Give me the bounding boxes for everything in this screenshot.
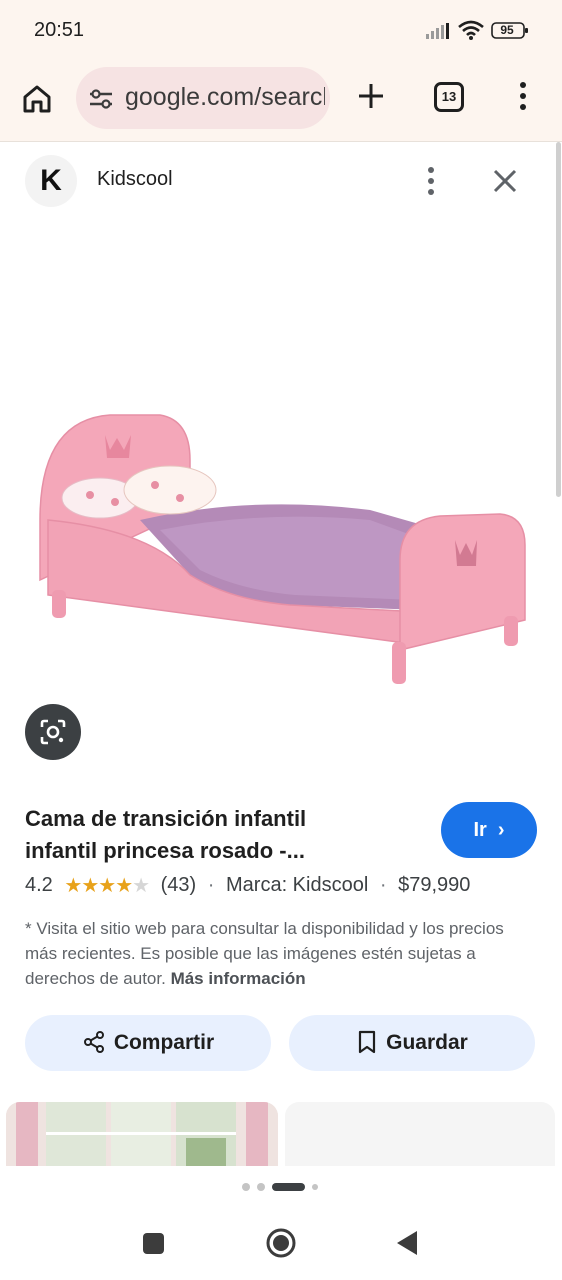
star-filled-icon: ★ — [115, 875, 133, 897]
price: $79,990 — [398, 874, 471, 896]
star-filled-icon: ★ — [81, 875, 99, 897]
plus-icon[interactable] — [354, 79, 388, 113]
product-image[interactable] — [30, 380, 540, 700]
product-title-line1[interactable]: Cama de transición infantil — [25, 803, 425, 835]
recents-icon[interactable] — [143, 1233, 164, 1254]
related-image-graphic — [6, 1102, 278, 1166]
signal-icon — [426, 23, 449, 39]
disclaimer: * Visita el sitio web para consultar la … — [25, 916, 525, 991]
home-icon[interactable] — [20, 82, 54, 116]
save-button[interactable]: Guardar — [289, 1015, 535, 1071]
star-filled-icon: ★ — [64, 875, 82, 897]
address-bar[interactable]: google.com/search — [76, 67, 330, 129]
related-image[interactable] — [6, 1102, 278, 1166]
separator: · — [207, 874, 215, 896]
star-filled-icon: ★ — [98, 875, 116, 897]
separator: · — [379, 874, 387, 896]
battery-level: 95 — [500, 23, 514, 37]
home-nav-icon[interactable] — [266, 1228, 296, 1258]
lens-button[interactable] — [25, 704, 81, 760]
more-info-link[interactable]: Más información — [171, 969, 306, 988]
share-icon — [83, 1031, 104, 1053]
rating-value: 4.2 — [25, 874, 53, 896]
rating-stars: ★★★★★ — [64, 873, 150, 898]
chevron-right-icon: › — [492, 819, 505, 841]
close-icon[interactable] — [490, 166, 520, 196]
tune-icon[interactable] — [88, 87, 114, 111]
browser-toolbar: google.com/search 13 — [0, 62, 562, 142]
status-time: 20:51 — [34, 19, 85, 41]
wifi-icon — [458, 20, 484, 40]
status-bar: 20:51 95 — [0, 0, 562, 62]
rating-row: 4.2 ★★★★★ (43) · Marca: Kidscool · $79,9… — [25, 873, 545, 901]
share-label: Compartir — [113, 1031, 215, 1054]
source-name[interactable]: Kidscool — [97, 168, 173, 191]
scrollbar[interactable] — [556, 142, 561, 497]
product-title-line2[interactable]: infantil princesa rosado -... — [25, 835, 425, 867]
system-nav-bar — [0, 1200, 562, 1280]
tabs-icon[interactable]: 13 — [434, 82, 464, 112]
go-button[interactable]: Ir › — [441, 802, 537, 858]
bookmark-icon — [359, 1030, 376, 1054]
more-vert-icon[interactable] — [416, 164, 446, 198]
save-label: Guardar — [386, 1031, 468, 1054]
brand: Marca: Kidscool — [226, 874, 369, 896]
back-icon[interactable] — [396, 1230, 418, 1256]
star-empty-icon: ★ — [132, 875, 150, 897]
rating-count: (43) — [160, 874, 197, 896]
source-logo[interactable]: K — [25, 155, 77, 207]
url-text[interactable]: google.com/search — [125, 83, 325, 112]
lens-icon — [40, 719, 66, 745]
share-button[interactable]: Compartir — [25, 1015, 271, 1071]
carousel-pager — [242, 1183, 318, 1191]
product-title[interactable]: Cama de transición infantil infantil pri… — [25, 803, 425, 867]
more-vert-icon[interactable] — [508, 78, 538, 114]
go-label: Ir — [473, 819, 487, 841]
related-image[interactable] — [285, 1102, 555, 1166]
